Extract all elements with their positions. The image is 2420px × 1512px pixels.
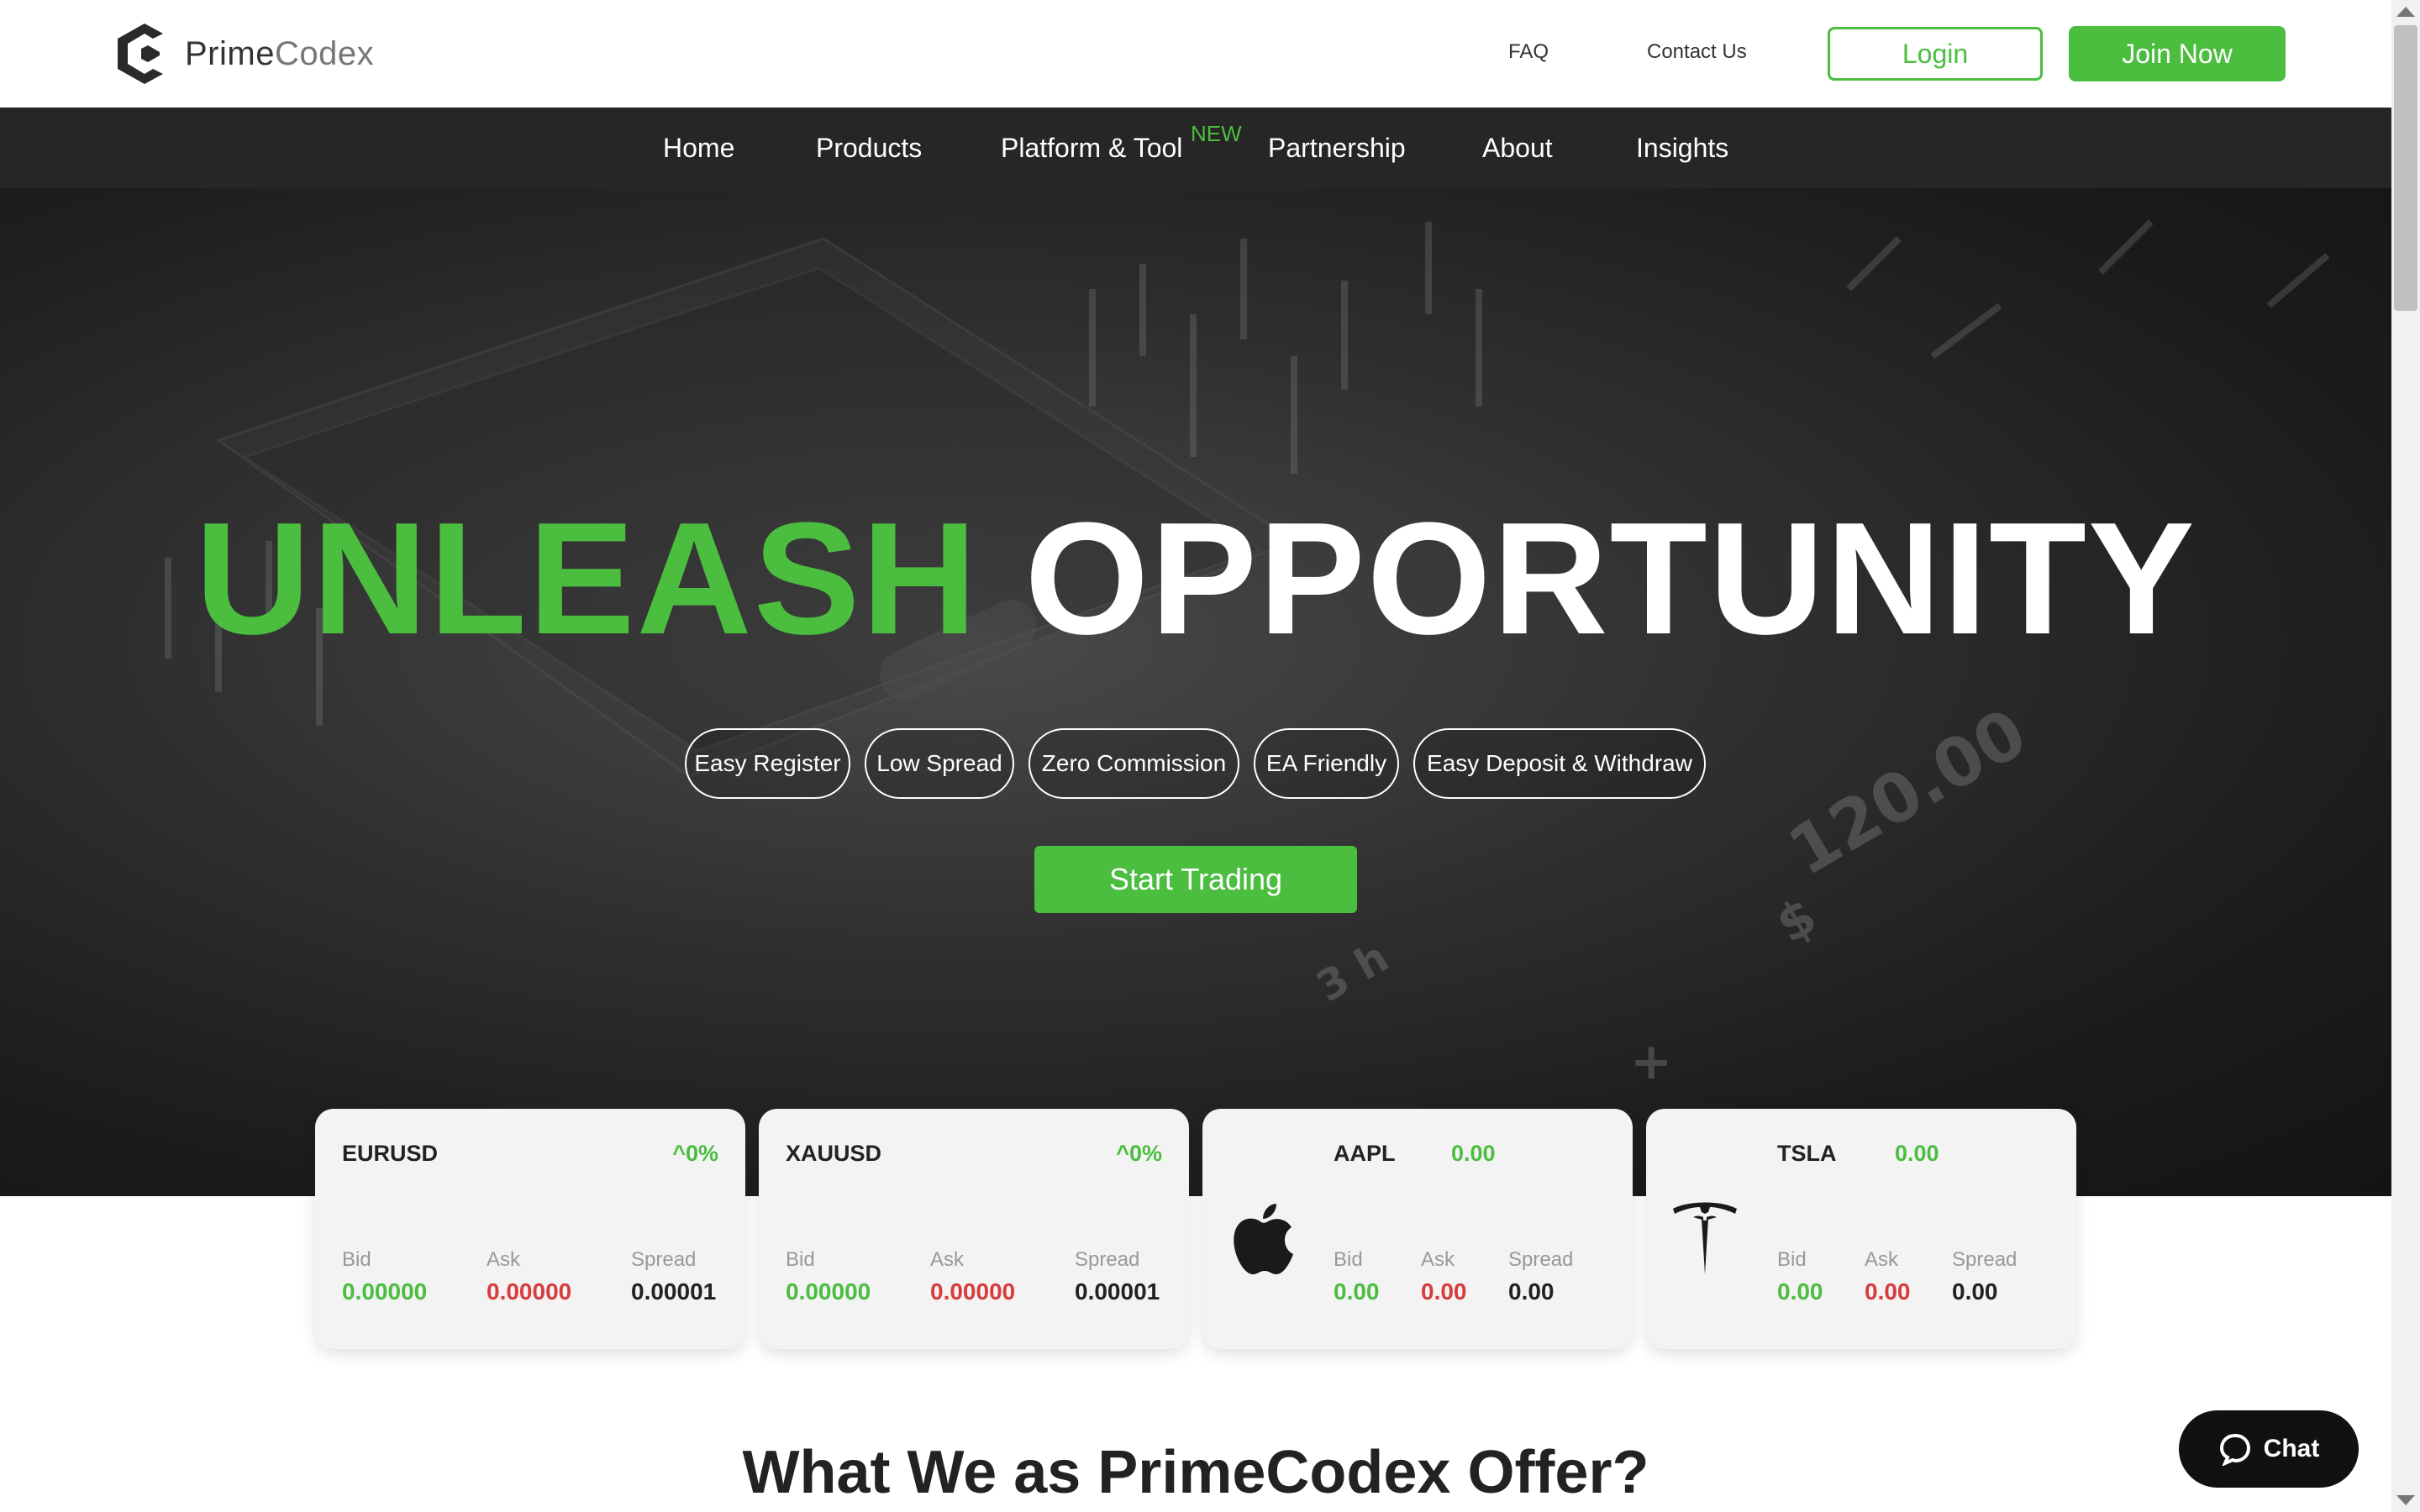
contact-us-link[interactable]: Contact Us bbox=[1647, 40, 1747, 64]
ask-label: Ask bbox=[1421, 1248, 1455, 1271]
start-trading-button[interactable]: Start Trading bbox=[1034, 846, 1357, 913]
ticker-card-aapl[interactable]: AAPL 0.00 Bid Ask Spread 0.00 0.00 0.00 bbox=[1202, 1109, 1633, 1349]
ask-value: 0.00000 bbox=[930, 1278, 1016, 1305]
bid-value: 0.00 bbox=[1334, 1278, 1380, 1305]
ticker-symbol: XAUUSD bbox=[786, 1141, 882, 1166]
ticker-symbol: EURUSD bbox=[342, 1141, 439, 1166]
scroll-up-arrow-icon[interactable] bbox=[2396, 7, 2415, 17]
bid-label: Bid bbox=[1334, 1248, 1363, 1271]
ticker-card-tsla[interactable]: TSLA 0.00 Bid Ask Spread 0.00 0.00 0.00 bbox=[1646, 1109, 2076, 1349]
ask-label: Ask bbox=[930, 1248, 965, 1271]
ask-label: Ask bbox=[487, 1248, 521, 1271]
ask-value: 0.00 bbox=[1865, 1278, 1911, 1305]
headline-green: UNLEASH bbox=[195, 490, 979, 668]
new-badge: NEW bbox=[1191, 121, 1242, 146]
ask-value: 0.00 bbox=[1421, 1278, 1467, 1305]
feature-pill: Zero Commission bbox=[1028, 728, 1239, 799]
spread-value: 0.00001 bbox=[1075, 1278, 1160, 1305]
bid-value: 0.00000 bbox=[786, 1278, 871, 1305]
login-button[interactable]: Login bbox=[1828, 27, 2043, 81]
primecodex-logo-icon bbox=[118, 24, 163, 84]
svg-text:+: + bbox=[1630, 1032, 1672, 1091]
faq-link[interactable]: FAQ bbox=[1508, 40, 1549, 64]
spread-value: 0.00 bbox=[1508, 1278, 1555, 1305]
ticker-card-xauusd[interactable]: XAUUSD ^0% Bid Ask Spread 0.00000 0.0000… bbox=[759, 1109, 1189, 1349]
spread-label: Spread bbox=[1952, 1248, 2018, 1271]
ticker-symbol: TSLA bbox=[1777, 1141, 1837, 1166]
brand-name-primary: Prime bbox=[185, 34, 275, 72]
bid-label: Bid bbox=[342, 1248, 371, 1271]
nav-item-partnership[interactable]: Partnership bbox=[1268, 133, 1406, 164]
hero-background-image: 120.00 3 h $ + bbox=[165, 219, 2330, 1091]
offer-section-title: What We as PrimeCodex Offer? bbox=[742, 1439, 1649, 1506]
hero-section: 120.00 3 h $ + UNLEASH OPPORTUNITY Easy … bbox=[0, 188, 2391, 1196]
spread-label: Spread bbox=[1075, 1248, 1140, 1271]
brand-name: PrimeCodex bbox=[185, 35, 374, 73]
top-header: PrimeCodex FAQ Contact Us Login Join Now bbox=[0, 0, 2391, 108]
svg-text:$: $ bbox=[1767, 886, 1827, 954]
tesla-logo-icon bbox=[1673, 1202, 1737, 1274]
scrollbar-thumb[interactable] bbox=[2394, 25, 2417, 311]
brand-name-secondary: Codex bbox=[274, 34, 375, 72]
svg-text:120.00: 120.00 bbox=[1776, 694, 2039, 891]
spread-label: Spread bbox=[1508, 1248, 1574, 1271]
chat-bubble-icon bbox=[2219, 1433, 2250, 1466]
hero-headline: UNLEASH OPPORTUNITY bbox=[0, 499, 2391, 659]
bid-value: 0.00 bbox=[1777, 1278, 1823, 1305]
bid-label: Bid bbox=[1777, 1248, 1807, 1271]
ticker-change: ^0% bbox=[1116, 1141, 1162, 1166]
main-nav: Home Products Platform & Tool NEW Partne… bbox=[0, 108, 2391, 188]
ticker-symbol: AAPL bbox=[1334, 1141, 1396, 1166]
chat-label: Chat bbox=[2263, 1435, 2320, 1462]
spread-value: 0.00 bbox=[1952, 1278, 1998, 1305]
ticker-change: 0.00 bbox=[1451, 1141, 1496, 1166]
nav-item-platform-tool[interactable]: Platform & Tool bbox=[1001, 133, 1182, 164]
ask-value: 0.00000 bbox=[487, 1278, 572, 1305]
apple-logo-icon bbox=[1234, 1204, 1293, 1274]
chat-button[interactable]: Chat bbox=[2179, 1410, 2359, 1488]
svg-text:3 h: 3 h bbox=[1308, 932, 1397, 1011]
ticker-card-eurusd[interactable]: EURUSD ^0% Bid Ask Spread 0.00000 0.0000… bbox=[315, 1109, 745, 1349]
feature-pill: Easy Register bbox=[685, 728, 850, 799]
ask-label: Ask bbox=[1865, 1248, 1899, 1271]
bid-label: Bid bbox=[786, 1248, 815, 1271]
nav-item-products[interactable]: Products bbox=[816, 133, 922, 164]
brand-logo[interactable]: PrimeCodex bbox=[111, 20, 374, 87]
join-now-button[interactable]: Join Now bbox=[2069, 26, 2286, 81]
feature-pill: EA Friendly bbox=[1254, 728, 1399, 799]
spread-value: 0.00001 bbox=[631, 1278, 717, 1305]
feature-pill: Easy Deposit & Withdraw bbox=[1413, 728, 1706, 799]
nav-item-about[interactable]: About bbox=[1482, 133, 1553, 164]
nav-item-insights[interactable]: Insights bbox=[1636, 133, 1728, 164]
nav-item-home[interactable]: Home bbox=[663, 133, 734, 164]
bid-value: 0.00000 bbox=[342, 1278, 428, 1305]
spread-label: Spread bbox=[631, 1248, 697, 1271]
feature-pill: Low Spread bbox=[865, 728, 1014, 799]
ticker-change: 0.00 bbox=[1895, 1141, 1939, 1166]
ticker-change: ^0% bbox=[672, 1141, 718, 1166]
scroll-down-arrow-icon[interactable] bbox=[2396, 1495, 2415, 1505]
headline-white: OPPORTUNITY bbox=[1024, 490, 2196, 668]
